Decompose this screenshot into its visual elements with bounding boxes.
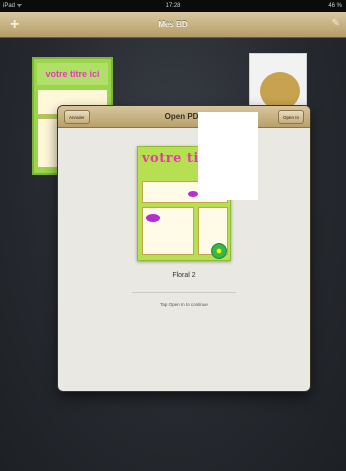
flower-icon xyxy=(211,243,227,259)
pencil-icon[interactable]: ✎ xyxy=(332,18,340,29)
cover-artwork xyxy=(260,72,300,110)
page-title: Mes BD xyxy=(158,20,188,29)
speech-bubble xyxy=(188,191,198,197)
open-pdf-dialog: Annuler Open PDF Open In votre titre Flo… xyxy=(58,106,310,391)
status-bar: iPad ᯤ 17:28 46 % xyxy=(0,0,346,12)
speech-bubble xyxy=(146,214,160,222)
book-cover-logo: votre titre ici xyxy=(37,63,108,85)
navigation-bar: + Mes BD ✎ xyxy=(0,12,346,38)
battery-label: 46 % xyxy=(328,3,342,9)
dialog-title: Open PDF xyxy=(164,112,204,121)
file-name: Floral 2 xyxy=(172,272,196,279)
dialog-header: Annuler Open PDF Open In xyxy=(58,106,310,128)
hint-text: Tap Open In to continue xyxy=(160,302,208,307)
divider xyxy=(132,292,236,293)
open-in-button[interactable]: Open In xyxy=(277,110,304,124)
clock: 17:28 xyxy=(165,3,181,9)
blank-overlay xyxy=(198,112,258,200)
